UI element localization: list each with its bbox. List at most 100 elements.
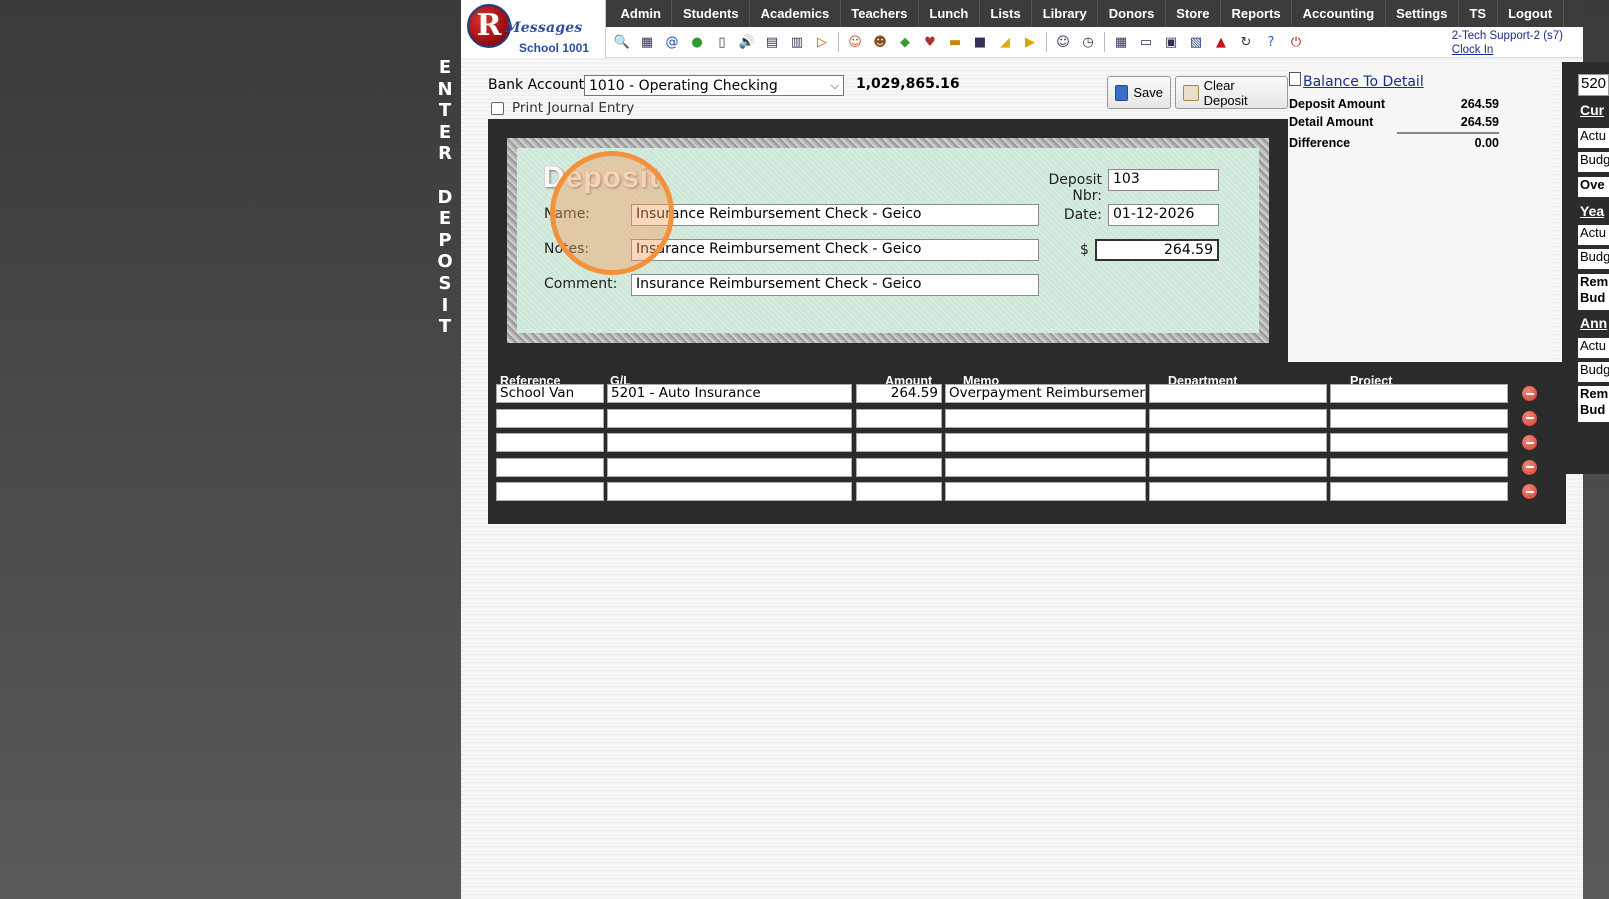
- calendar-grid-icon[interactable]: ▦: [637, 32, 657, 52]
- student-icon[interactable]: ☻: [870, 32, 890, 52]
- calendar-day-icon[interactable]: ▥: [787, 32, 807, 52]
- nav-reports[interactable]: Reports: [1221, 0, 1293, 27]
- date-input[interactable]: 01-12-2026: [1108, 204, 1219, 226]
- balance-to-detail-link[interactable]: Balance To Detail: [1303, 74, 1424, 90]
- nav-lunch[interactable]: Lunch: [919, 0, 980, 27]
- clock-in-link[interactable]: Clock In: [1452, 43, 1563, 57]
- remove-row-icon[interactable]: [1522, 484, 1537, 499]
- comment-input[interactable]: Insurance Reimbursement Check - Geico: [631, 274, 1039, 296]
- budget-panel-item: Actu: [1578, 128, 1609, 148]
- nav-store[interactable]: Store: [1166, 0, 1222, 27]
- remove-row-icon[interactable]: [1522, 410, 1537, 426]
- remove-row-icon[interactable]: [1522, 459, 1537, 475]
- nav-library[interactable]: Library: [1032, 0, 1099, 27]
- cell-department[interactable]: [1149, 457, 1327, 477]
- book-icon[interactable]: ■: [970, 32, 990, 52]
- spreadsheet-icon[interactable]: ▦: [1111, 32, 1131, 52]
- cell-project[interactable]: [1330, 482, 1508, 501]
- chat-icon[interactable]: ●: [687, 32, 707, 52]
- person-icon[interactable]: ☺: [1053, 32, 1073, 52]
- vertical-title-letter: E: [438, 208, 452, 230]
- toolbar-separator: [1104, 32, 1105, 52]
- megaphone-icon[interactable]: ▷: [812, 32, 832, 52]
- nav-donors[interactable]: Donors: [1098, 0, 1166, 27]
- nav-students[interactable]: Students: [672, 0, 751, 27]
- cell-project[interactable]: [1330, 433, 1508, 452]
- cell-memo[interactable]: [945, 408, 1146, 428]
- name-input[interactable]: Insurance Reimbursement Check - Geico: [631, 204, 1039, 226]
- floppy-icon: [1115, 84, 1129, 101]
- cell-gl[interactable]: [607, 457, 852, 477]
- money-icon[interactable]: ◆: [895, 32, 915, 52]
- deposit-number-input[interactable]: 103: [1108, 169, 1219, 191]
- cell-reference[interactable]: [496, 482, 604, 501]
- remove-row-icon[interactable]: [1522, 435, 1537, 450]
- cell-project[interactable]: [1330, 384, 1508, 403]
- speaker-icon[interactable]: 🔊: [737, 32, 757, 52]
- cheese-icon[interactable]: ◢: [995, 32, 1015, 52]
- nav-admin[interactable]: Admin: [610, 0, 673, 27]
- cell-amount[interactable]: [856, 457, 942, 477]
- toolbar-separator: [838, 32, 839, 52]
- nav-accounting[interactable]: Accounting: [1292, 0, 1386, 27]
- bank-account-value: 1010 - Operating Checking: [589, 77, 778, 94]
- folder-icon[interactable]: ▶: [1020, 32, 1040, 52]
- cell-reference[interactable]: [496, 457, 604, 477]
- cell-department[interactable]: [1149, 482, 1327, 501]
- mobile-icon[interactable]: ▯: [712, 32, 732, 52]
- sync-icon[interactable]: ↻: [1236, 32, 1256, 52]
- email-icon[interactable]: @: [662, 32, 682, 52]
- cell-reference[interactable]: School Van: [496, 384, 604, 403]
- search-icon[interactable]: 🔍: [612, 32, 632, 52]
- print-journal-checkbox[interactable]: [491, 101, 504, 115]
- cell-memo[interactable]: [945, 433, 1146, 452]
- ap-icon[interactable]: ▧: [1186, 32, 1206, 52]
- cell-memo[interactable]: [945, 482, 1146, 501]
- nav-lists[interactable]: Lists: [980, 0, 1033, 27]
- cell-amount[interactable]: [856, 433, 942, 452]
- remove-row-icon[interactable]: [1522, 386, 1537, 401]
- cell-amount[interactable]: [856, 482, 942, 501]
- help-icon[interactable]: ?: [1261, 32, 1281, 52]
- cell-project[interactable]: [1330, 457, 1508, 477]
- cell-gl[interactable]: [607, 433, 852, 452]
- cell-memo[interactable]: [945, 457, 1146, 477]
- logo[interactable]: R Messages School 1001: [461, 0, 606, 58]
- vertical-title-letter: R: [438, 143, 452, 165]
- family-icon[interactable]: ♥: [920, 32, 940, 52]
- cell-gl[interactable]: [607, 482, 852, 501]
- cell-department[interactable]: [1149, 408, 1327, 428]
- clear-deposit-button[interactable]: Clear Deposit: [1175, 76, 1288, 109]
- pdf-icon[interactable]: ▲: [1211, 32, 1231, 52]
- cell-amount[interactable]: [856, 408, 942, 428]
- save-button[interactable]: Save: [1107, 76, 1171, 109]
- nav-logout[interactable]: Logout: [1498, 0, 1564, 27]
- cell-reference[interactable]: [496, 433, 604, 452]
- cell-memo[interactable]: Overpayment Reimbursement: [945, 384, 1146, 403]
- card-icon[interactable]: ▭: [1136, 32, 1156, 52]
- printer-icon[interactable]: ▣: [1161, 32, 1181, 52]
- bank-account-select[interactable]: 1010 - Operating Checking ⌵: [584, 75, 844, 96]
- nav-academics[interactable]: Academics: [750, 0, 841, 27]
- nav-teachers[interactable]: Teachers: [841, 0, 919, 27]
- cell-department[interactable]: [1149, 433, 1327, 452]
- calendar-icon[interactable]: ▤: [762, 32, 782, 52]
- budget-panel-item: 520: [1578, 74, 1609, 96]
- cell-gl[interactable]: 5201 - Auto Insurance: [607, 384, 852, 403]
- cell-department[interactable]: [1149, 384, 1327, 403]
- notes-input[interactable]: Insurance Reimbursement Check - Geico: [631, 239, 1039, 261]
- nav-settings[interactable]: Settings: [1386, 0, 1459, 27]
- clock-icon[interactable]: ◷: [1078, 32, 1098, 52]
- cell-project[interactable]: [1330, 408, 1508, 428]
- power-icon[interactable]: ⏻: [1286, 32, 1306, 52]
- amount-input[interactable]: 264.59: [1095, 239, 1219, 261]
- nav-ts[interactable]: TS: [1459, 0, 1498, 27]
- cell-gl[interactable]: [607, 408, 852, 428]
- logo-school-name: School 1001: [519, 41, 590, 55]
- print-journal-entry[interactable]: Print Journal Entry: [491, 100, 634, 116]
- teacher-icon[interactable]: ☺: [845, 32, 865, 52]
- lunch-icon[interactable]: ▬: [945, 32, 965, 52]
- cell-amount[interactable]: 264.59: [856, 384, 942, 403]
- cell-reference[interactable]: [496, 408, 604, 428]
- user-box: 2-Tech Support-2 (s7) Clock In: [1452, 29, 1563, 57]
